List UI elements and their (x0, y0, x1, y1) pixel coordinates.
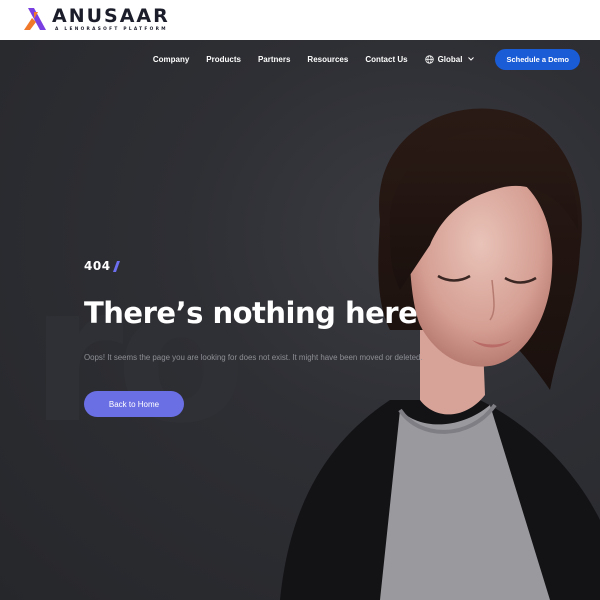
logo-mark-icon (24, 8, 46, 30)
nav-item-resources[interactable]: Resources (307, 55, 348, 64)
chevron-down-icon (468, 57, 475, 61)
globe-icon (424, 54, 434, 64)
schedule-demo-button[interactable]: Schedule a Demo (495, 48, 580, 70)
brand-tagline: A LENORASOFT PLATFORM (55, 27, 168, 32)
back-to-home-button[interactable]: Back to Home (84, 391, 184, 417)
logo-text: ANUSAAR A LENORASOFT PLATFORM (52, 6, 170, 32)
nav-item-partners[interactable]: Partners (258, 55, 290, 64)
brand-logo[interactable]: ANUSAAR A LENORASOFT PLATFORM (22, 6, 168, 34)
region-label: Global (437, 54, 463, 64)
hero-section: ro Company Products Partners Resources C… (0, 40, 600, 600)
site-header: ANUSAAR A LENORASOFT PLATFORM (0, 0, 600, 40)
page-title: There’s nothing here (84, 296, 418, 330)
error-message: Oops! It seems the page you are looking … (84, 353, 423, 362)
error-code-text: 404 (84, 259, 111, 273)
error-code: 404 (84, 259, 120, 273)
hero-photo (280, 108, 600, 600)
nav-item-products[interactable]: Products (206, 55, 241, 64)
brand-name: ANUSAAR (52, 5, 170, 27)
nav-item-company[interactable]: Company (153, 55, 189, 64)
region-selector[interactable]: Global (424, 54, 479, 64)
nav-item-contact-us[interactable]: Contact Us (365, 55, 407, 64)
main-nav: Company Products Partners Resources Cont… (153, 48, 580, 70)
